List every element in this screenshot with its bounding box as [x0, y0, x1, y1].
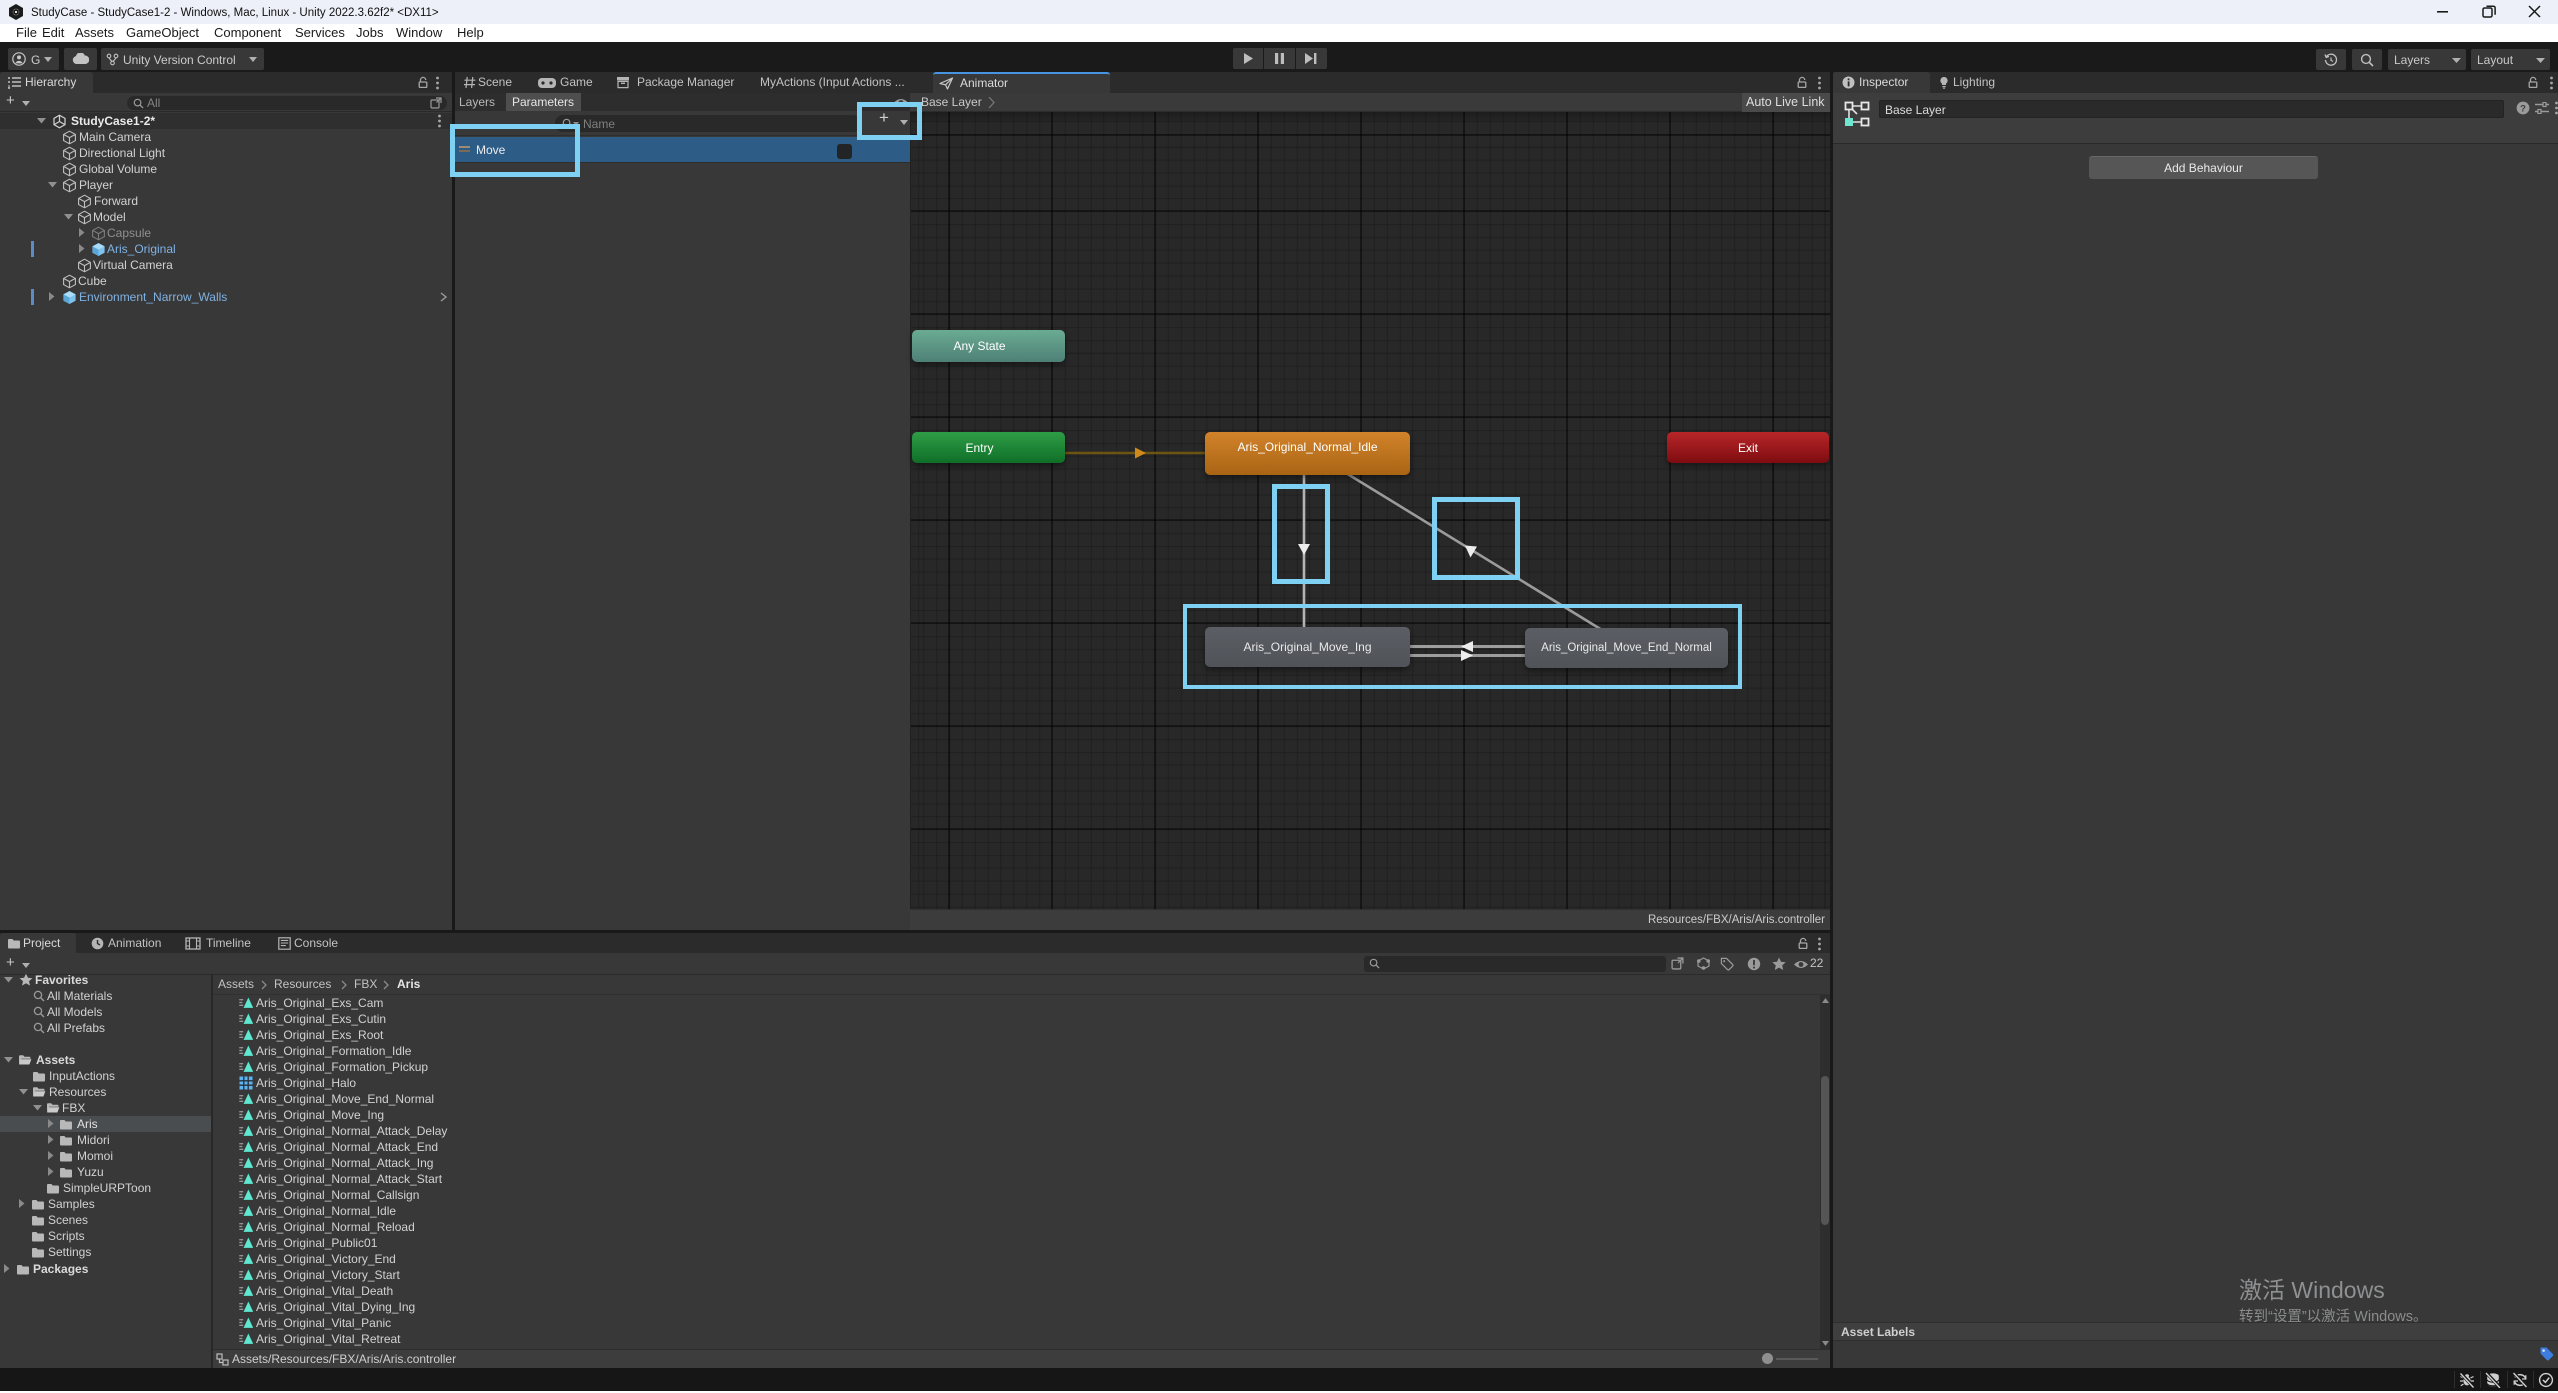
svg-text:?: ? — [2520, 103, 2526, 114]
